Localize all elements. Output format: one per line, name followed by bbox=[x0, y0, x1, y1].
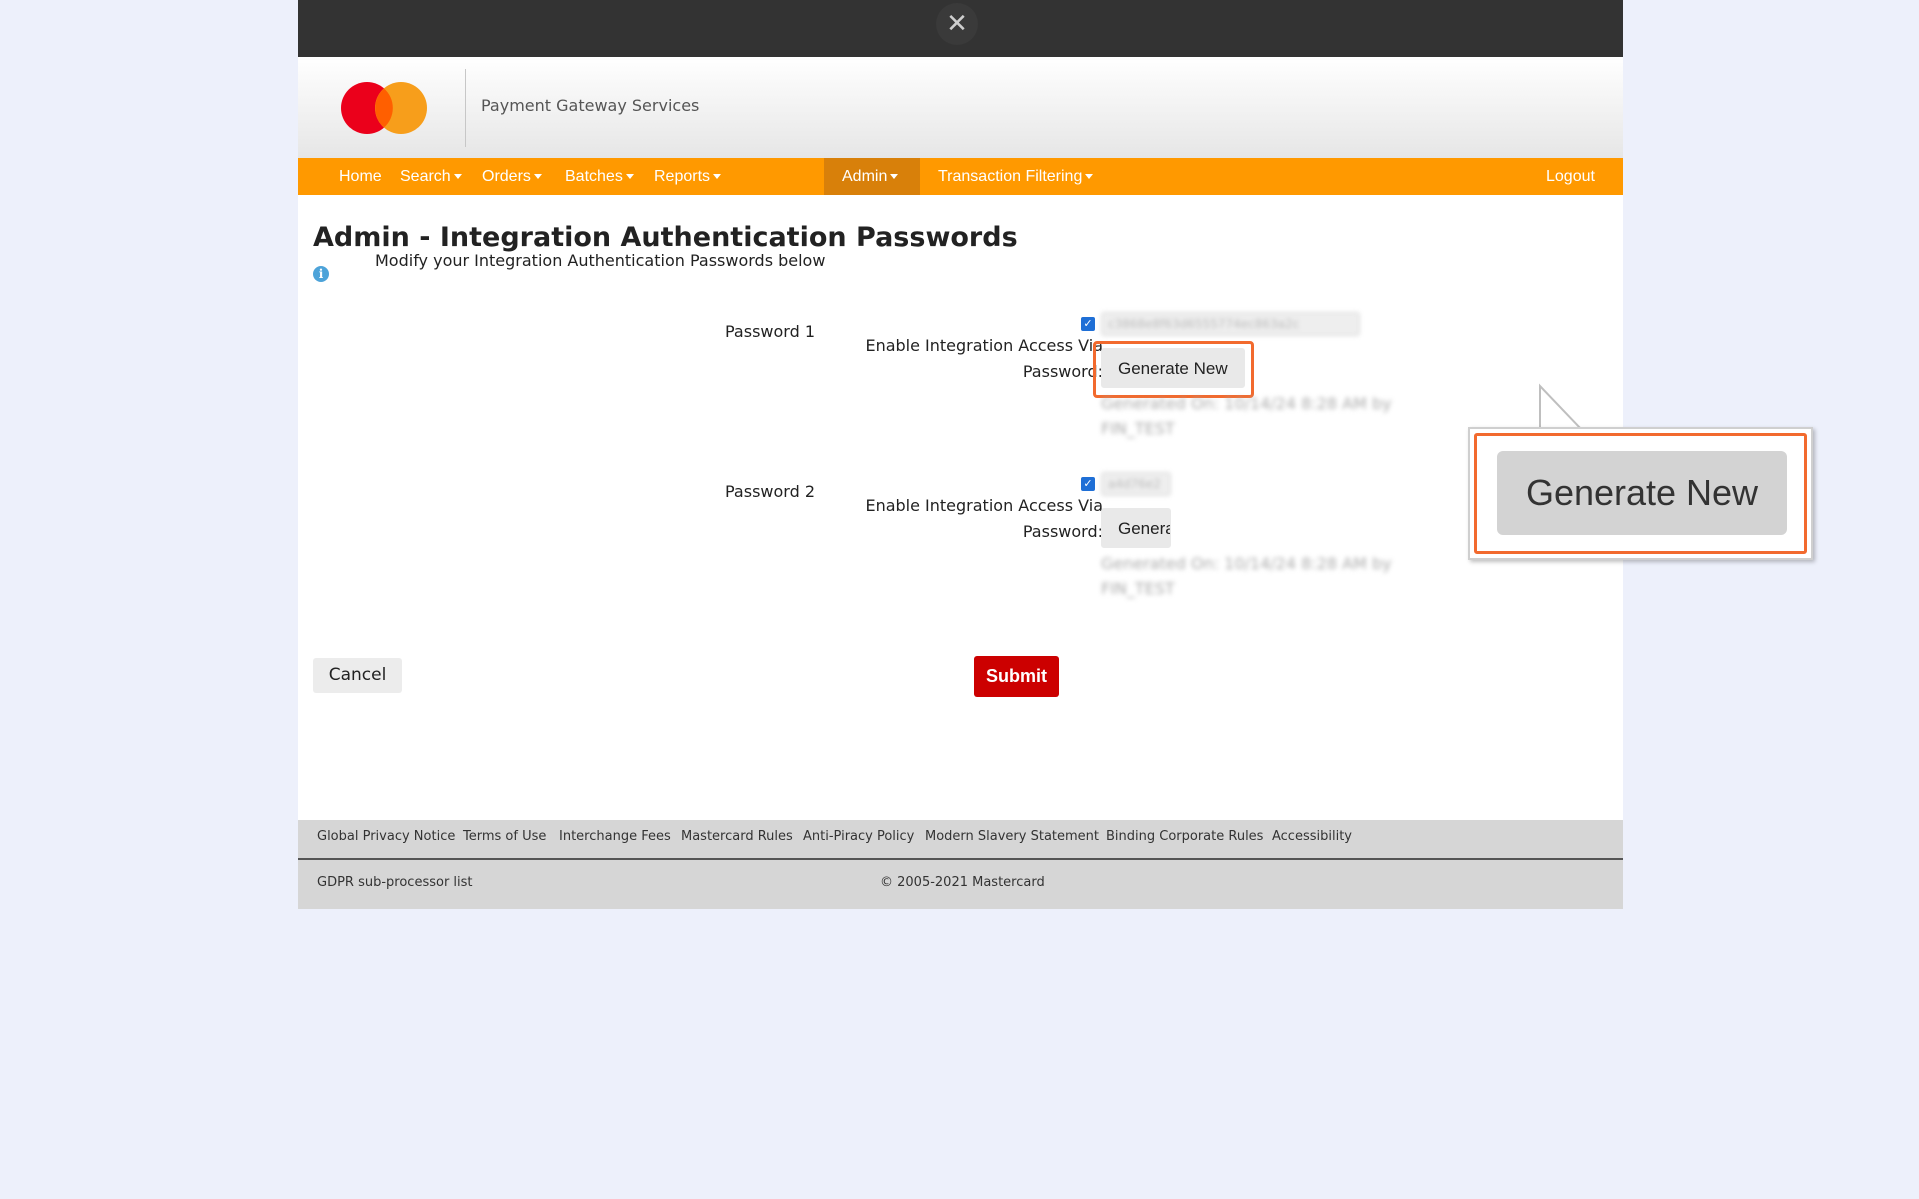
password-2-enable-checkbox[interactable]: ✓ bbox=[1081, 477, 1095, 491]
app-frame: ✕ Payment Gateway Services Home Search O… bbox=[298, 0, 1813, 909]
password-1-enable-checkbox[interactable]: ✓ bbox=[1081, 317, 1095, 331]
brand-header: Payment Gateway Services bbox=[298, 57, 1623, 158]
nav-reports[interactable]: Reports bbox=[636, 158, 739, 195]
brand-name: Payment Gateway Services bbox=[481, 96, 700, 115]
brand-divider bbox=[465, 69, 466, 147]
nav-transaction-filtering[interactable]: Transaction Filtering bbox=[920, 158, 1111, 195]
page-subtitle: Modify your Integration Authentication P… bbox=[375, 251, 826, 270]
password-1-enable-label: Enable Integration Access Via Password: bbox=[865, 336, 1103, 381]
password-2-generated-info: Generated On: 10/14/24 8:28 AM by FIN_TE… bbox=[1101, 554, 1392, 598]
password-1-generated-info: Generated On: 10/14/24 8:28 AM by FIN_TE… bbox=[1101, 394, 1392, 438]
footer-link-binding-rules[interactable]: Binding Corporate Rules bbox=[1106, 829, 1263, 844]
nav-admin[interactable]: Admin bbox=[824, 158, 920, 195]
mastercard-logo bbox=[341, 82, 427, 134]
footer-link-terms[interactable]: Terms of Use bbox=[463, 829, 546, 844]
nav-logout[interactable]: Logout bbox=[1528, 158, 1613, 195]
main-nav: Home Search Orders Batches Reports Admin… bbox=[298, 158, 1623, 195]
chevron-down-icon bbox=[453, 174, 462, 180]
footer-link-gdpr[interactable]: GDPR sub-processor list bbox=[317, 875, 473, 890]
close-icon[interactable]: ✕ bbox=[936, 3, 978, 45]
page-title: Admin - Integration Authentication Passw… bbox=[313, 222, 1018, 253]
password-2-label: Password 2 bbox=[725, 482, 815, 501]
cancel-button[interactable]: Cancel bbox=[313, 658, 402, 693]
footer-link-rules[interactable]: Mastercard Rules bbox=[681, 829, 793, 844]
chevron-down-icon bbox=[625, 174, 634, 180]
chevron-down-icon bbox=[890, 174, 899, 180]
copyright: © 2005-2021 Mastercard bbox=[880, 875, 1045, 890]
footer-divider bbox=[298, 858, 1623, 860]
password-1-value: c3868e8f63d6555774ec863a2c bbox=[1101, 312, 1360, 336]
password-2-value: a4d76e2 bbox=[1101, 472, 1171, 496]
chevron-down-icon bbox=[713, 174, 722, 180]
overlay-topbar: ✕ bbox=[298, 0, 1623, 57]
generate-highlight bbox=[1093, 341, 1254, 398]
callout-generate-button: Generate New bbox=[1497, 451, 1787, 535]
nav-orders[interactable]: Orders bbox=[464, 158, 560, 195]
password-2-generate-button[interactable]: Generate New bbox=[1101, 508, 1171, 548]
password-2-enable-label: Enable Integration Access Via Password: bbox=[865, 496, 1103, 541]
password-1-label: Password 1 bbox=[725, 322, 815, 341]
info-icon: i bbox=[313, 266, 329, 282]
chevron-down-icon bbox=[533, 174, 542, 180]
footer-link-anti-piracy[interactable]: Anti-Piracy Policy bbox=[803, 829, 914, 844]
callout-pointer bbox=[1539, 383, 1584, 430]
footer-link-modern-slavery[interactable]: Modern Slavery Statement bbox=[925, 829, 1099, 844]
submit-button[interactable]: Submit bbox=[974, 656, 1059, 697]
chevron-down-icon bbox=[1085, 174, 1094, 180]
footer-link-privacy[interactable]: Global Privacy Notice bbox=[317, 829, 455, 844]
footer-link-accessibility[interactable]: Accessibility bbox=[1272, 829, 1352, 844]
footer: Global Privacy Notice Terms of Use Inter… bbox=[298, 820, 1623, 909]
footer-link-interchange[interactable]: Interchange Fees bbox=[559, 829, 671, 844]
